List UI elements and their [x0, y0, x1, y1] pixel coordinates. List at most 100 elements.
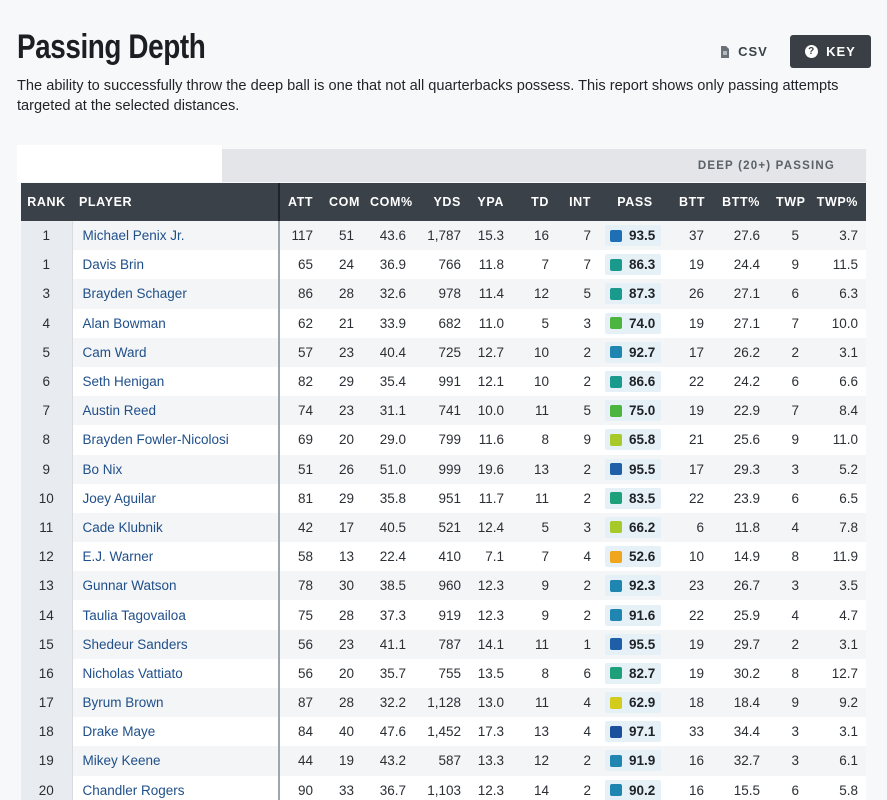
- cell-com-pct: 35.4: [362, 366, 414, 397]
- cell-btt-pct: 32.7: [712, 746, 768, 776]
- column-header-com[interactable]: COM: [321, 183, 362, 221]
- pass-grade-value: 93.5: [629, 228, 656, 244]
- cell-com-pct: 37.3: [362, 600, 414, 630]
- cell-btt: 22: [671, 366, 712, 397]
- table-row: 17 Byrum Brown 87 28 32.2 1,128 13.0 11 4 62.9 18 1…: [21, 688, 866, 718]
- cell-btt: 22: [671, 600, 712, 630]
- cell-twp: 7: [768, 396, 807, 426]
- column-header-att[interactable]: ATT: [279, 183, 321, 221]
- cell-com-pct: 33.9: [362, 308, 414, 338]
- column-header-yds[interactable]: YDS: [414, 183, 469, 221]
- column-header-com-pct[interactable]: COM%: [362, 183, 414, 221]
- player-link[interactable]: Chandler Rogers: [72, 775, 280, 800]
- pass-grade-cell: 86.3: [599, 250, 671, 280]
- cell-att: 86: [279, 279, 321, 309]
- cell-twp-pct: 5.2: [807, 454, 866, 484]
- table-row: 1 Davis Brin 65 24 36.9 766 11.8 7 7 86.3 19 24.4 9 1…: [21, 250, 866, 280]
- player-link[interactable]: Brayden Fowler-Nicolosi: [72, 425, 280, 455]
- table-row: 19 Mikey Keene 44 19 43.2 587 13.3 12 2 91.9 16 32.…: [21, 746, 866, 776]
- cell-com-pct: 43.6: [362, 221, 414, 251]
- table-row: 3 Brayden Schager 86 28 32.6 978 11.4 12 5 87.3 26…: [21, 279, 866, 309]
- cell-ypa: 19.6: [469, 454, 512, 484]
- pass-grade-value: 92.3: [629, 578, 656, 594]
- grade-color-swatch: [610, 521, 622, 534]
- cell-btt-pct: 34.4: [712, 717, 768, 747]
- column-header-twp-pct[interactable]: TWP%: [807, 183, 866, 221]
- cell-td: 13: [512, 454, 557, 484]
- cell-twp: 4: [768, 512, 807, 543]
- pass-grade-badge: 93.5: [605, 225, 662, 247]
- player-link[interactable]: E.J. Warner: [72, 542, 280, 572]
- cell-yds: 978: [414, 279, 469, 309]
- cell-rank: 7: [21, 396, 73, 426]
- cell-btt-pct: 26.7: [712, 571, 768, 601]
- column-header-btt-pct[interactable]: BTT%: [712, 183, 768, 221]
- column-header-player[interactable]: PLAYER: [72, 183, 280, 221]
- cell-btt-pct: 27.1: [712, 279, 768, 309]
- cell-com-pct: 38.5: [362, 571, 414, 601]
- player-link[interactable]: Gunnar Watson: [72, 571, 280, 601]
- player-link[interactable]: Cade Klubnik: [72, 512, 280, 543]
- grade-color-swatch: [610, 463, 622, 476]
- pass-grade-value: 83.5: [629, 490, 656, 506]
- player-link[interactable]: Joey Aguilar: [72, 483, 280, 513]
- player-link[interactable]: Byrum Brown: [72, 688, 280, 718]
- player-link[interactable]: Austin Reed: [72, 396, 280, 426]
- cell-ypa: 13.0: [469, 688, 512, 718]
- player-link[interactable]: Cam Ward: [72, 337, 280, 367]
- cell-att: 56: [279, 629, 321, 659]
- player-link[interactable]: Taulia Tagovailoa: [72, 600, 280, 630]
- player-link[interactable]: Mikey Keene: [72, 746, 280, 776]
- cell-yds: 1,787: [414, 221, 469, 251]
- cell-yds: 960: [414, 571, 469, 601]
- player-link[interactable]: Alan Bowman: [72, 308, 280, 338]
- pass-grade-cell: 83.5: [599, 483, 671, 513]
- cell-ypa: 7.1: [469, 542, 512, 572]
- cell-yds: 1,103: [414, 775, 469, 800]
- cell-att: 74: [279, 396, 321, 426]
- cell-td: 8: [512, 658, 557, 688]
- cell-twp-pct: 3.1: [807, 337, 866, 367]
- player-link[interactable]: Davis Brin: [72, 250, 280, 280]
- csv-label: CSV: [738, 44, 768, 59]
- cell-att: 87: [279, 688, 321, 718]
- cell-com-pct: 43.2: [362, 746, 414, 776]
- column-header-twp[interactable]: TWP: [768, 183, 807, 221]
- pass-grade-cell: 75.0: [599, 396, 671, 426]
- cell-ypa: 12.1: [469, 366, 512, 397]
- table-row: 8 Brayden Fowler-Nicolosi 69 20 29.0 799 11.6 8…: [21, 425, 866, 455]
- cell-int: 3: [557, 308, 599, 338]
- column-header-rank[interactable]: RANK: [21, 183, 72, 221]
- cell-btt-pct: 15.5: [712, 775, 768, 800]
- player-link[interactable]: Michael Penix Jr.: [72, 221, 280, 251]
- cell-yds: 999: [414, 454, 469, 484]
- cell-com-pct: 29.0: [362, 425, 414, 455]
- column-header-int[interactable]: INT: [557, 183, 599, 221]
- cell-btt: 37: [671, 221, 712, 251]
- player-link[interactable]: Shedeur Sanders: [72, 629, 280, 659]
- cell-btt: 19: [671, 658, 712, 688]
- page-description: The ability to successfully throw the de…: [17, 78, 839, 114]
- cell-td: 9: [512, 571, 557, 601]
- cell-rank: 8: [21, 425, 73, 455]
- column-header-td[interactable]: TD: [512, 183, 557, 221]
- pass-grade-badge: 92.3: [605, 575, 662, 597]
- player-link[interactable]: Brayden Schager: [72, 279, 280, 309]
- cell-com-pct: 36.9: [362, 250, 414, 280]
- cell-ypa: 13.3: [469, 746, 512, 776]
- cell-td: 9: [512, 600, 557, 630]
- player-link[interactable]: Nicholas Vattiato: [72, 658, 280, 688]
- csv-button[interactable]: CSV: [706, 35, 782, 68]
- key-button[interactable]: ? KEY: [790, 35, 871, 68]
- cell-ypa: 17.3: [469, 717, 512, 747]
- cell-int: 2: [557, 454, 599, 484]
- player-link[interactable]: Bo Nix: [72, 454, 280, 484]
- column-header-btt[interactable]: BTT: [671, 183, 712, 221]
- table-row: 11 Cade Klubnik 42 17 40.5 521 12.4 5 3 66.2 6 11.8…: [21, 512, 866, 543]
- player-link[interactable]: Drake Maye: [72, 717, 280, 747]
- cell-int: 4: [557, 542, 599, 572]
- cell-yds: 521: [414, 512, 469, 543]
- player-link[interactable]: Seth Henigan: [72, 366, 280, 397]
- column-header-pass[interactable]: PASS: [599, 183, 671, 221]
- column-header-ypa[interactable]: YPA: [469, 183, 512, 221]
